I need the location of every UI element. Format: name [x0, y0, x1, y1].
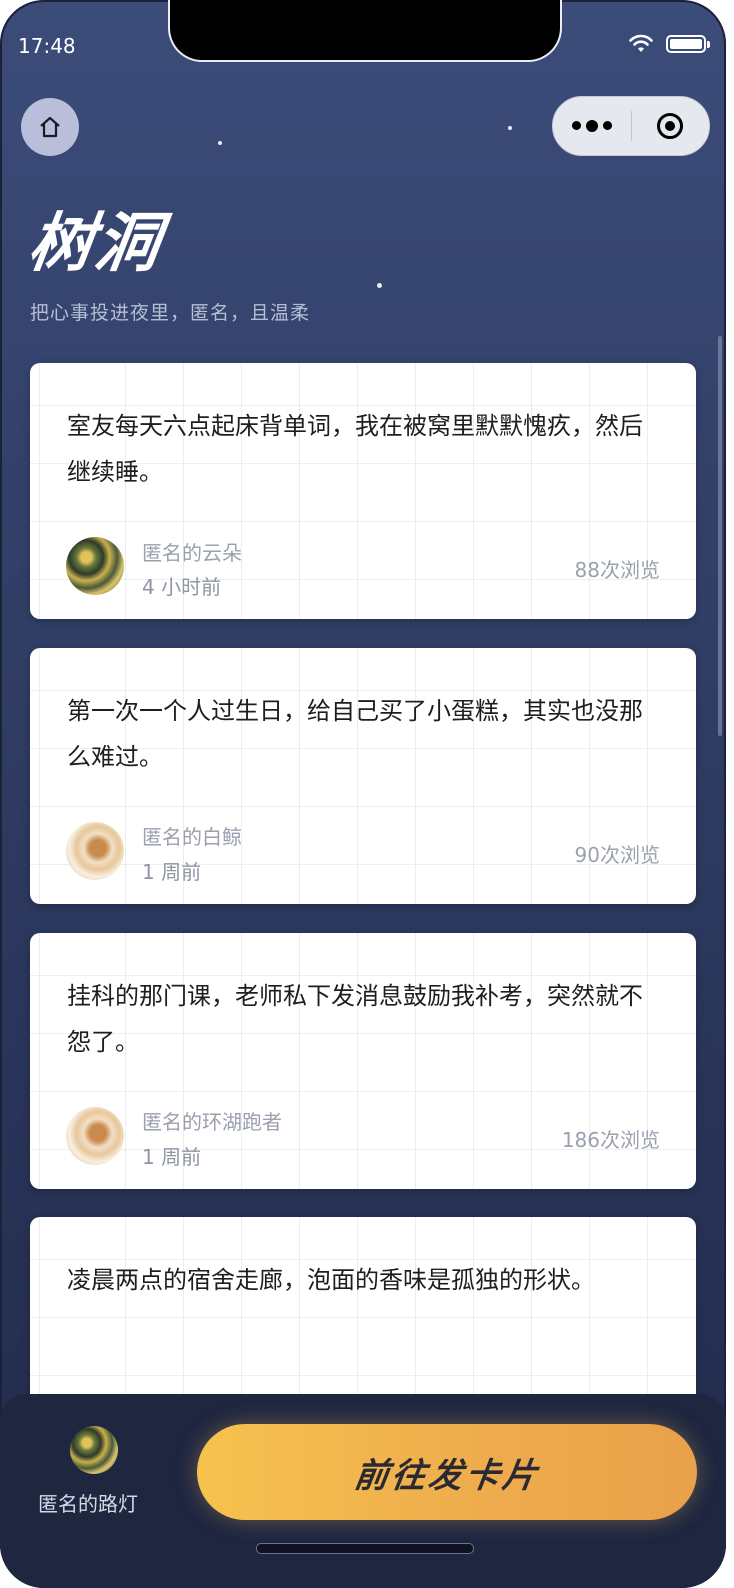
post-text: 凌晨两点的宿舍走廊，泡面的香味是孤独的形状。 [67, 1266, 595, 1294]
home-icon [40, 116, 60, 138]
post-card[interactable]: 第一次一个人过生日，给自己买了小蛋糕，其实也没那么难过。 匿名的白鲸 1 周前 … [30, 648, 696, 904]
avatar [66, 537, 124, 595]
user-name: 匿名的路灯 [38, 1492, 138, 1516]
post-text: 室友每天六点起床背单词，我在被窝里默默愧疚，然后继续睡。 [67, 412, 643, 486]
battery-icon [666, 35, 710, 53]
status-icons [628, 34, 710, 54]
post-views: 186次浏览 [561, 1128, 660, 1152]
moon-icon [592, 182, 659, 251]
post-time: 1 周前 [142, 1145, 202, 1169]
avatar [66, 822, 124, 880]
status-time: 17:48 [18, 34, 76, 58]
star-decoration [377, 283, 382, 288]
post-card[interactable]: 室友每天六点起床背单词，我在被窝里默默愧疚，然后继续睡。 匿名的云朵 4 小时前… [30, 363, 696, 619]
post-author: 匿名的环湖跑者 [142, 1110, 282, 1134]
star-decoration [508, 126, 512, 130]
home-button[interactable] [21, 98, 79, 156]
phone-screen: 17:48 树洞 把心事投进夜里，匿名，且温柔 室友每天六点起床背单词，我在被窝… [0, 0, 726, 1588]
home-indicator[interactable] [256, 1543, 474, 1554]
post-card-button[interactable]: 前往发卡片 [197, 1424, 697, 1520]
page-subtitle: 把心事投进夜里，匿名，且温柔 [30, 302, 311, 324]
post-text: 挂科的那门课，老师私下发消息鼓励我补考，突然就不怨了。 [67, 982, 643, 1056]
avatar [66, 1107, 124, 1165]
post-card[interactable]: 挂科的那门课，老师私下发消息鼓励我补考，突然就不怨了。 匿名的环湖跑者 1 周前… [30, 933, 696, 1189]
post-views: 90次浏览 [574, 843, 660, 867]
scrollbar[interactable] [718, 336, 722, 736]
post-card-button-label: 前往发卡片 [351, 1455, 542, 1496]
post-author: 匿名的云朵 [142, 541, 242, 565]
post-time: 4 小时前 [142, 575, 222, 599]
user-avatar[interactable] [70, 1426, 118, 1474]
wifi-icon [628, 34, 654, 54]
close-target-button[interactable] [632, 113, 710, 139]
notch [168, 0, 562, 62]
post-time: 1 周前 [142, 860, 202, 884]
star-decoration [218, 141, 222, 145]
page-title: 树洞 [23, 207, 167, 281]
post-author: 匿名的白鲸 [142, 825, 242, 849]
more-icon[interactable] [553, 119, 631, 132]
post-views: 88次浏览 [574, 558, 660, 582]
target-icon [657, 113, 684, 139]
post-text: 第一次一个人过生日，给自己买了小蛋糕，其实也没那么难过。 [67, 697, 643, 771]
mini-program-capsule [552, 96, 710, 156]
